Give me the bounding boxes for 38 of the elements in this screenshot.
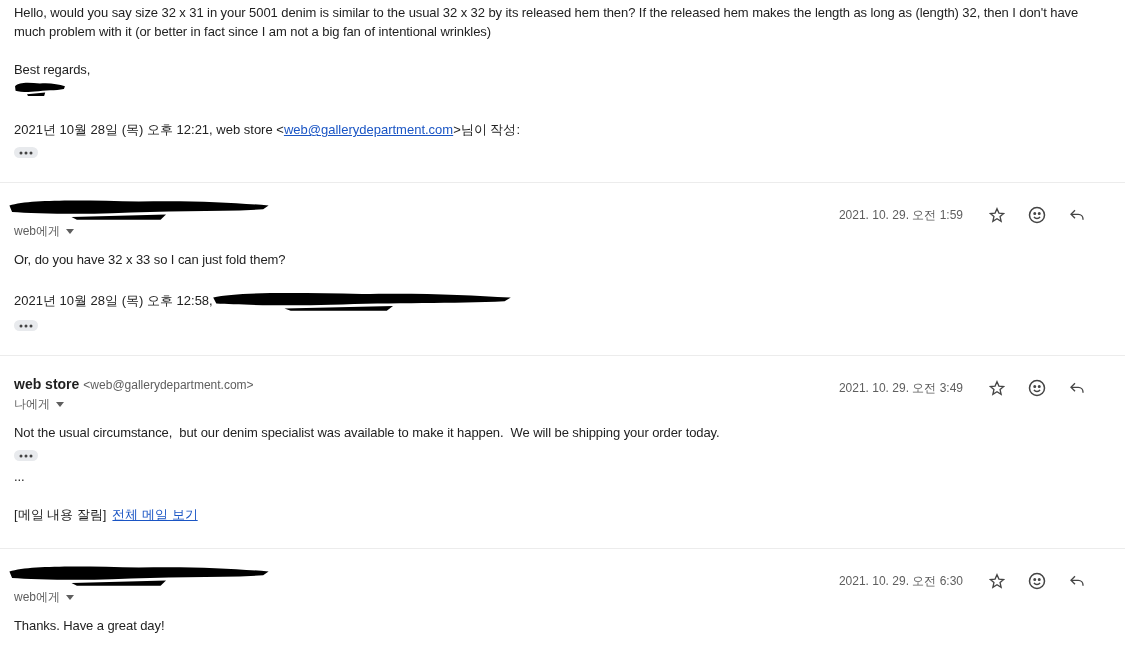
message-text: Hello, would you say size 32 x 31 in your 5001 denim is similar to the usual 32 x 32 by its released hem then? If the released hem makes the length as long as (length) 32, then I don't have much problem with it (or better in fact since I am not a big fan of intentional wrinkles) <box>14 4 1080 41</box>
reply-icon <box>1069 380 1085 396</box>
star-icon <box>989 380 1005 396</box>
recipient-label: web에게 <box>14 588 60 606</box>
caret-icon <box>66 594 74 600</box>
smiley-icon <box>1028 206 1046 224</box>
message-text: Not the usual circumstance, but our denim specialist was available to make it happen. We will be shipping your order today. <box>14 424 721 442</box>
message-text: Best regards, <box>14 61 92 79</box>
reply-icon <box>1069 207 1085 223</box>
reply-icon <box>1069 573 1085 589</box>
recipient-label: web에게 <box>14 222 60 240</box>
message-date: 2021. 10. 29. 오전 6:30 <box>838 572 963 590</box>
show-trimmed-button[interactable] <box>14 450 38 461</box>
show-trimmed-button[interactable] <box>14 320 38 331</box>
star-icon <box>989 207 1005 223</box>
ellipsis-icon <box>19 150 33 155</box>
ellipsis-icon <box>19 453 33 458</box>
quote-header: 2021년 10월 28일 (목) 오후 12:58, <box>14 291 213 310</box>
caret-icon <box>66 228 74 234</box>
quote-suffix: >님이 작성: <box>453 121 520 139</box>
message-text: Or, do you have 32 x 33 so I can just fold them? <box>14 251 287 269</box>
sender-address: <web@gallerydepartment.com> <box>83 378 254 392</box>
ellipsis-icon <box>19 323 33 328</box>
message-text: Thanks. Have a great day! <box>14 617 166 635</box>
email-link[interactable]: web@gallerydepartment.com <box>283 120 454 139</box>
message-date: 2021. 10. 29. 오전 3:49 <box>838 379 963 397</box>
message-date: 2021. 10. 29. 오전 1:59 <box>838 206 963 224</box>
smiley-icon <box>1028 379 1046 397</box>
show-trimmed-button[interactable] <box>14 147 38 158</box>
clipped-notice: [메일 내용 잘림] <box>14 506 107 524</box>
smiley-icon <box>1028 572 1046 590</box>
sender-name: web store <box>14 376 80 392</box>
message-text: ... <box>14 468 26 486</box>
star-icon <box>989 573 1005 589</box>
caret-icon <box>56 401 64 407</box>
recipient-label: 나에게 <box>14 395 50 413</box>
view-full-message-link[interactable]: 전체 메일 보기 <box>112 505 198 524</box>
quote-header: 2021년 10월 28일 (목) 오후 12:21, web store < <box>14 121 284 139</box>
